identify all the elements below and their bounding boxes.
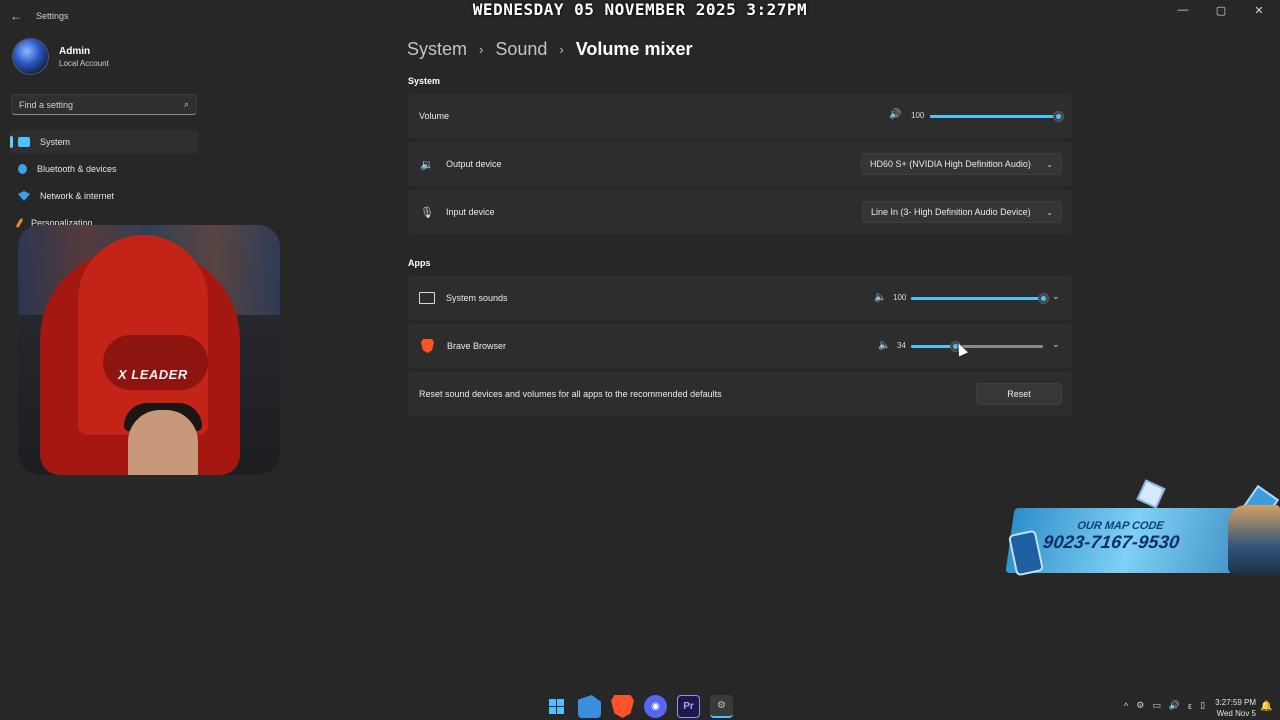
- section-header-apps: Apps: [408, 258, 431, 268]
- taskbar: ◉ Pr ⚙: [545, 695, 733, 718]
- reset-button[interactable]: Reset: [976, 383, 1062, 405]
- file-explorer-icon[interactable]: [578, 695, 601, 718]
- sidebar-item-bluetooth[interactable]: Bluetooth & devices: [10, 157, 198, 181]
- taskbar-clock[interactable]: 3:27:59 PM Wed Nov 5: [1210, 697, 1256, 719]
- minimize-button[interactable]: —: [1176, 4, 1190, 17]
- premiere-icon[interactable]: Pr: [677, 695, 700, 718]
- profile-account-type: Local Account: [59, 58, 109, 68]
- system-tray: ^ ⚙ ▭ 🔊 ε ▯: [1124, 700, 1205, 711]
- chevron-down-icon[interactable]: ⌄: [1052, 339, 1060, 350]
- search-placeholder: Find a setting: [19, 99, 74, 110]
- game-character: [1228, 505, 1280, 575]
- reset-card: Reset sound devices and volumes for all …: [408, 372, 1072, 416]
- system-icon: [18, 137, 30, 147]
- window-controls: — ▢ ✕: [1176, 4, 1266, 17]
- decorative-cube-icon: [1136, 479, 1166, 509]
- chevron-down-icon: ⌄: [1046, 159, 1053, 169]
- titlebar: ← Settings: [10, 9, 69, 23]
- search-input[interactable]: Find a setting ⌕: [11, 94, 197, 115]
- sidebar-item-system[interactable]: System: [10, 130, 198, 154]
- stream-datetime-overlay: WEDNESDAY 05 NOVEMBER 2025 3:27PM: [472, 0, 808, 19]
- sidebar-item-label: Network & internet: [40, 191, 115, 201]
- input-device-value: Line In (3- High Definition Audio Device…: [871, 207, 1031, 217]
- speaker-icon[interactable]: 🔈: [874, 292, 886, 303]
- clock-date: Wed Nov 5: [1216, 709, 1256, 718]
- clock-time: 3:27:59 PM: [1215, 698, 1256, 707]
- bluetooth-icon: [18, 164, 27, 174]
- network-icon: [18, 191, 30, 201]
- chevron-right-icon: ›: [479, 42, 484, 57]
- tray-overflow-chevron-icon[interactable]: ^: [1124, 701, 1128, 711]
- app-volume-slider-fill: [911, 345, 956, 348]
- sidebar-item-network[interactable]: Network & internet: [10, 184, 198, 208]
- chair-brand-logo: X LEADER: [118, 367, 188, 382]
- map-code-number: 9023-7167-9530: [1041, 532, 1181, 552]
- battery-icon[interactable]: ▯: [1200, 700, 1205, 711]
- output-device-card: 🔉 Output device HD60 S+ (NVIDIA High Def…: [408, 142, 1072, 186]
- app-name: System sounds: [446, 293, 508, 303]
- map-code-title: OUR MAP CODE: [1076, 520, 1165, 532]
- speaker-icon: 🔉: [420, 158, 434, 171]
- brave-icon[interactable]: [611, 695, 634, 718]
- language-icon[interactable]: ε: [1188, 701, 1192, 711]
- volume-slider[interactable]: [930, 111, 1064, 122]
- search-icon: ⌕: [183, 99, 189, 109]
- input-device-card: 🎙 Input device Line In (3- High Definiti…: [408, 190, 1072, 234]
- reset-description: Reset sound devices and volumes for all …: [419, 389, 722, 399]
- app-volume-slider-thumb[interactable]: [1037, 293, 1049, 304]
- sidebar-item-label: Bluetooth & devices: [37, 164, 117, 174]
- speaker-icon[interactable]: 🔊: [889, 109, 901, 120]
- sidebar-item-label: System: [40, 137, 71, 147]
- breadcrumb-system[interactable]: System: [407, 39, 467, 60]
- user-profile[interactable]: Admin Local Account: [12, 38, 109, 75]
- discord-icon[interactable]: ◉: [644, 695, 667, 718]
- output-device-dropdown[interactable]: HD60 S+ (NVIDIA High Definition Audio) ⌄: [861, 153, 1062, 175]
- map-code-text: OUR MAP CODE 9023-7167-9530: [1042, 520, 1197, 553]
- avatar: [12, 38, 49, 75]
- volume-card: Volume 🔊 100: [408, 94, 1072, 138]
- back-arrow-icon[interactable]: ←: [10, 9, 22, 23]
- breadcrumb-sound[interactable]: Sound: [495, 39, 547, 60]
- speaker-icon[interactable]: 🔈: [878, 340, 890, 351]
- page-title: Volume mixer: [575, 39, 693, 59]
- volume-label: Volume: [419, 111, 450, 121]
- brave-icon: [421, 339, 434, 353]
- app-volume-value: 34: [897, 341, 906, 350]
- microphone-icon: 🎙: [420, 206, 434, 219]
- notification-bell-icon[interactable]: 🔔: [1260, 701, 1272, 712]
- display-icon[interactable]: ▭: [1152, 700, 1161, 711]
- app-volume-slider[interactable]: [911, 293, 1049, 304]
- maximize-button[interactable]: ▢: [1214, 4, 1228, 17]
- volume-value: 100: [911, 111, 925, 120]
- profile-name: Admin: [59, 45, 91, 57]
- streamer-face: [128, 410, 198, 475]
- settings-icon[interactable]: ⚙: [710, 695, 733, 718]
- output-device-label: Output device: [446, 159, 502, 169]
- output-device-value: HD60 S+ (NVIDIA High Definition Audio): [870, 159, 1031, 169]
- chevron-down-icon: ⌄: [1046, 207, 1053, 217]
- app-volume-slider-fill: [911, 297, 1043, 300]
- app-name: Brave Browser: [447, 341, 507, 351]
- window-title: Settings: [36, 11, 69, 21]
- chevron-down-icon[interactable]: ⌄: [1052, 291, 1060, 302]
- app-row-system-sounds: System sounds 🔈 100 ⌄: [408, 276, 1072, 320]
- input-device-label: Input device: [446, 207, 495, 217]
- chevron-right-icon: ›: [559, 42, 564, 57]
- breadcrumb: System › Sound › Volume mixer: [407, 39, 692, 60]
- windows-start-icon[interactable]: [545, 695, 568, 718]
- volume-icon[interactable]: 🔊: [1169, 700, 1180, 711]
- monitor-icon: [419, 292, 435, 304]
- webcam-overlay: X LEADER: [18, 225, 280, 475]
- app-volume-value: 100: [893, 293, 907, 302]
- input-device-dropdown[interactable]: Line In (3- High Definition Audio Device…: [862, 201, 1062, 223]
- volume-slider-thumb[interactable]: [1052, 111, 1064, 122]
- volume-slider-fill: [930, 115, 1058, 118]
- close-button[interactable]: ✕: [1252, 4, 1266, 17]
- section-header-system: System: [408, 76, 441, 86]
- tray-app-icon[interactable]: ⚙: [1136, 700, 1144, 711]
- sidebar-nav: System Bluetooth & devices Network & int…: [10, 130, 198, 238]
- app-row-brave-browser: Brave Browser 🔈 34 ⌄: [408, 324, 1072, 368]
- app-volume-slider[interactable]: [911, 341, 1043, 352]
